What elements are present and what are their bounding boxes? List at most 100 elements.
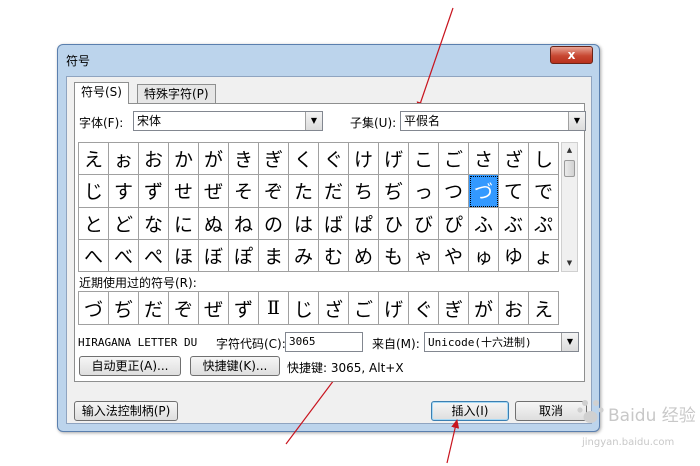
symbol-cell[interactable]: で [529, 175, 559, 208]
recent-symbol-cell[interactable]: じ [289, 292, 319, 325]
symbol-cell[interactable]: ぐ [319, 143, 349, 176]
recent-symbol-cell[interactable]: ぎ [439, 292, 469, 325]
symbol-cell[interactable]: ひ [379, 207, 409, 240]
symbol-cell[interactable]: ち [349, 175, 379, 208]
subset-select[interactable]: 平假名 ▼ [400, 111, 586, 131]
recent-symbol-cell[interactable]: ぞ [169, 292, 199, 325]
symbol-cell[interactable]: せ [169, 175, 199, 208]
recent-symbol-cell[interactable]: ざ [319, 292, 349, 325]
recent-symbol-cell[interactable]: Ⅱ [259, 292, 289, 325]
tab-special-characters[interactable]: 特殊字符(P) [137, 84, 216, 104]
symbol-cell[interactable]: ず [139, 175, 169, 208]
symbol-cell[interactable]: と [79, 207, 109, 240]
recent-symbol-cell[interactable]: お [499, 292, 529, 325]
symbol-cell[interactable]: だ [319, 175, 349, 208]
symbol-cell[interactable]: ど [109, 207, 139, 240]
recent-symbols-label: 近期使用过的符号(R): [79, 276, 197, 290]
symbol-cell[interactable]: さ [469, 143, 499, 176]
recent-symbol-cell[interactable]: ぢ [109, 292, 139, 325]
scroll-down-arrow-icon[interactable]: ▼ [562, 256, 577, 271]
chevron-down-icon[interactable]: ▼ [561, 333, 578, 351]
autocorrect-button[interactable]: 自动更正(A)... [79, 356, 181, 376]
symbol-cell[interactable]: づ [469, 175, 499, 208]
symbol-cell[interactable]: も [379, 239, 409, 272]
symbol-cell[interactable]: ぜ [199, 175, 229, 208]
symbol-cell[interactable]: み [289, 239, 319, 272]
symbol-cell[interactable]: が [199, 143, 229, 176]
symbol-cell[interactable]: ぉ [109, 143, 139, 176]
watermark-url: jingyan.baidu.com [582, 437, 675, 448]
symbol-cell[interactable]: や [439, 239, 469, 272]
close-button[interactable]: x [550, 46, 593, 64]
symbol-cell[interactable]: ゅ [469, 239, 499, 272]
font-select[interactable]: 宋体 ▼ [133, 111, 323, 131]
symbol-cell[interactable]: て [499, 175, 529, 208]
symbol-cell[interactable]: ね [229, 207, 259, 240]
symbol-cell[interactable]: ぼ [199, 239, 229, 272]
recent-symbol-cell[interactable]: ぐ [409, 292, 439, 325]
symbol-cell[interactable]: な [139, 207, 169, 240]
scroll-up-arrow-icon[interactable]: ▲ [562, 143, 577, 158]
symbol-cell[interactable]: っ [409, 175, 439, 208]
symbol-cell[interactable]: お [139, 143, 169, 176]
symbol-cell[interactable]: べ [109, 239, 139, 272]
symbol-cell[interactable]: す [109, 175, 139, 208]
chevron-down-icon[interactable]: ▼ [568, 112, 585, 130]
symbol-cell[interactable]: こ [409, 143, 439, 176]
symbol-cell[interactable]: つ [439, 175, 469, 208]
symbol-cell[interactable]: へ [79, 239, 109, 272]
symbol-cell[interactable]: き [229, 143, 259, 176]
symbol-cell[interactable]: ぱ [349, 207, 379, 240]
recent-symbol-cell[interactable]: づ [79, 292, 109, 325]
recent-symbol-cell[interactable]: ず [229, 292, 259, 325]
symbol-cell[interactable]: ゆ [499, 239, 529, 272]
chevron-down-icon[interactable]: ▼ [305, 112, 322, 130]
shortcut-key-button[interactable]: 快捷键(K)... [190, 356, 280, 376]
symbol-cell[interactable]: め [349, 239, 379, 272]
symbol-cell[interactable]: ぺ [139, 239, 169, 272]
symbol-cell[interactable]: の [259, 207, 289, 240]
symbol-cell[interactable]: か [169, 143, 199, 176]
symbol-cell[interactable]: ぷ [529, 207, 559, 240]
symbol-cell[interactable]: じ [79, 175, 109, 208]
character-code-input[interactable]: 3065 [285, 332, 363, 352]
recent-symbol-cell[interactable]: え [529, 292, 559, 325]
symbol-cell[interactable]: そ [229, 175, 259, 208]
symbol-cell[interactable]: ご [439, 143, 469, 176]
symbol-cell[interactable]: び [409, 207, 439, 240]
recent-symbol-cell[interactable]: だ [139, 292, 169, 325]
symbol-cell[interactable]: に [169, 207, 199, 240]
symbol-cell[interactable]: ほ [169, 239, 199, 272]
symbol-cell[interactable]: は [289, 207, 319, 240]
symbol-cell[interactable]: ぢ [379, 175, 409, 208]
scrollbar-thumb[interactable] [564, 160, 575, 177]
symbol-cell[interactable]: ぬ [199, 207, 229, 240]
symbol-cell[interactable]: ゃ [409, 239, 439, 272]
recent-symbol-cell[interactable]: が [469, 292, 499, 325]
symbol-cell[interactable]: ぎ [259, 143, 289, 176]
symbol-cell[interactable]: く [289, 143, 319, 176]
symbol-cell[interactable]: む [319, 239, 349, 272]
insert-button[interactable]: 插入(I) [431, 401, 509, 421]
symbol-cell[interactable]: ぽ [229, 239, 259, 272]
symbol-cell[interactable]: ふ [469, 207, 499, 240]
symbol-cell[interactable]: ま [259, 239, 289, 272]
from-select[interactable]: Unicode(十六进制) ▼ [424, 332, 579, 352]
symbol-cell[interactable]: ば [319, 207, 349, 240]
ime-handle-button[interactable]: 输入法控制柄(P) [74, 401, 178, 421]
recent-symbol-cell[interactable]: ぜ [199, 292, 229, 325]
symbol-cell[interactable]: け [349, 143, 379, 176]
symbol-cell[interactable]: げ [379, 143, 409, 176]
symbol-cell[interactable]: ょ [529, 239, 559, 272]
symbol-cell[interactable]: ぞ [259, 175, 289, 208]
symbol-cell[interactable]: ぴ [439, 207, 469, 240]
recent-symbol-cell[interactable]: ご [349, 292, 379, 325]
symbol-cell[interactable]: ぶ [499, 207, 529, 240]
symbol-cell[interactable]: た [289, 175, 319, 208]
symbol-cell[interactable]: ざ [499, 143, 529, 176]
symbol-cell[interactable]: え [79, 143, 109, 176]
symbol-grid-scrollbar[interactable]: ▲ ▼ [561, 142, 578, 272]
tab-symbols[interactable]: 符号(S) [74, 82, 129, 104]
symbol-cell[interactable]: し [529, 143, 559, 176]
recent-symbol-cell[interactable]: げ [379, 292, 409, 325]
